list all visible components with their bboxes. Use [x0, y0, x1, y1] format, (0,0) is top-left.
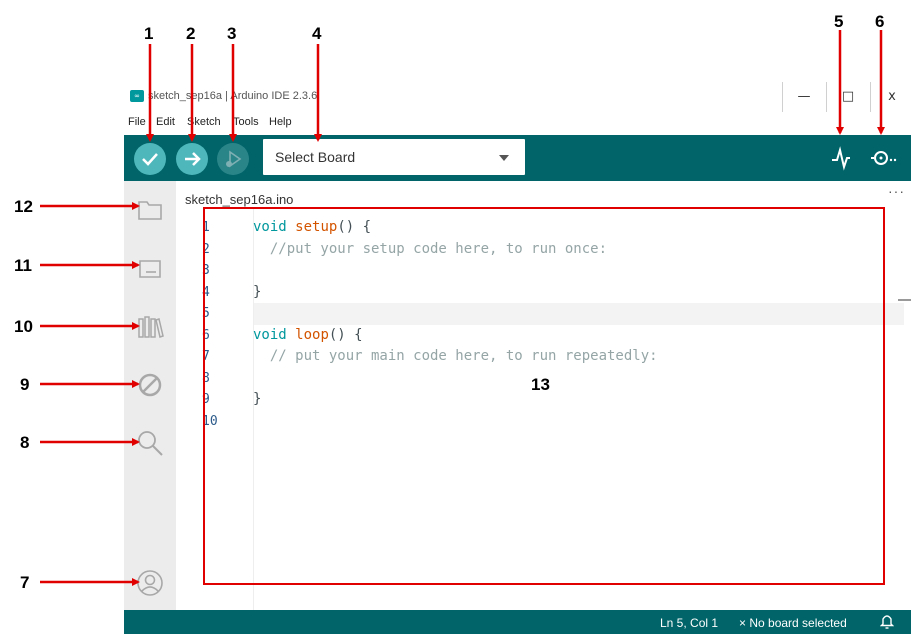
annotation-label-7: 7: [20, 573, 30, 592]
annotation-arrows: [40, 30, 885, 586]
annotation-label-12: 12: [14, 197, 33, 216]
annotation-label-3: 3: [227, 24, 237, 43]
annotation-label-13: 13: [531, 375, 550, 394]
annotation-label-6: 6: [875, 12, 885, 31]
annotation-label-10: 10: [14, 317, 33, 336]
annotation-label-11: 11: [14, 256, 32, 275]
annotation-label-4: 4: [312, 24, 322, 43]
annotation-label-2: 2: [186, 24, 196, 43]
annotation-label-5: 5: [834, 12, 844, 31]
annotation-label-9: 9: [20, 375, 30, 394]
annotation-label-8: 8: [20, 433, 30, 452]
annotation-label-1: 1: [144, 24, 154, 43]
